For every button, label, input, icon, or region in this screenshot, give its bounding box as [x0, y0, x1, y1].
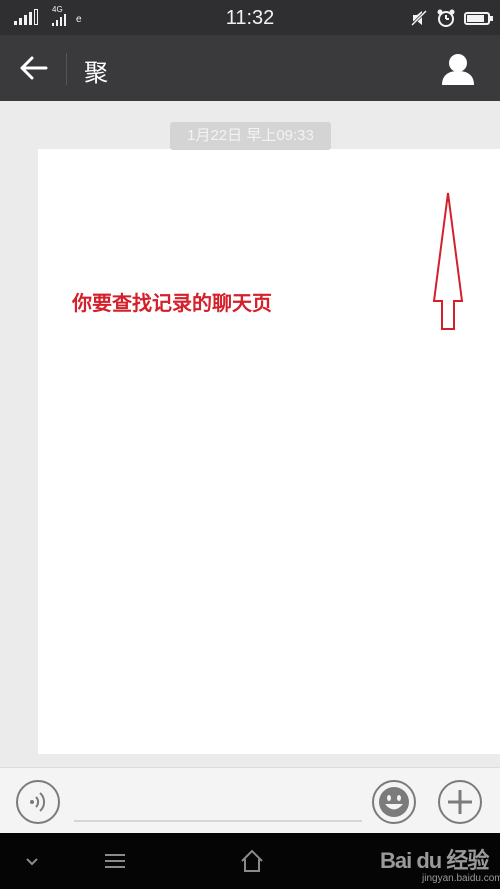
watermark-logo: Bai du 经验: [380, 848, 489, 873]
input-bar: [0, 767, 500, 833]
header-divider: [66, 53, 67, 85]
arrow-left-icon[interactable]: [18, 53, 50, 83]
plus-icon: [448, 790, 472, 814]
emoji-icon: [379, 787, 409, 817]
voice-icon: [30, 792, 46, 812]
annotation-arrow-icon: [432, 192, 464, 330]
status-right-icons: [410, 8, 493, 28]
home-icon[interactable]: [240, 847, 264, 875]
system-nav-bar: Bai du 经验 jingyan.baidu.com: [0, 833, 500, 889]
watermark-url: jingyan.baidu.com: [422, 873, 500, 884]
chat-title: 聚: [84, 60, 108, 87]
battery-icon: [464, 11, 493, 25]
person-icon[interactable]: [440, 52, 476, 86]
mute-icon: [410, 9, 428, 27]
alarm-icon: [437, 9, 455, 27]
chevron-down-icon[interactable]: [24, 847, 40, 875]
chat-area: 1月22日 早上09:33 你要查找记录的聊天页: [0, 101, 500, 767]
status-bar: 4G e 11:32: [0, 0, 500, 35]
annotation-text: 你要查找记录的聊天页: [72, 293, 272, 315]
message-timestamp: 1月22日 早上09:33: [170, 122, 331, 150]
plus-button[interactable]: [438, 780, 482, 824]
menu-icon[interactable]: [104, 847, 126, 875]
message-input[interactable]: [74, 820, 362, 822]
chat-header: 聚: [0, 35, 500, 101]
emoji-button[interactable]: [372, 780, 416, 824]
baidu-watermark: Bai du 经验 jingyan.baidu.com: [380, 843, 500, 884]
voice-button[interactable]: [16, 780, 60, 824]
